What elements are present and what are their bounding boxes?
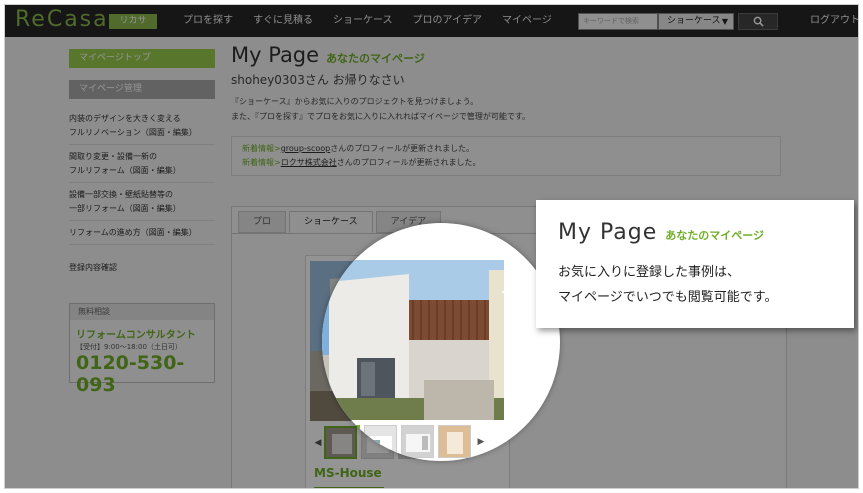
thumbnail[interactable]	[401, 425, 434, 458]
screenshot-frame: ReCasa リカサ プロを探す すぐに見積る ショーケース プロのアイデア マ…	[4, 4, 859, 489]
spotlight-circle: ◀ ▶ MS-House	[322, 223, 560, 461]
callout-title-row: My Page あなたのマイページ	[558, 220, 764, 245]
thumbnail[interactable]	[438, 425, 471, 458]
chevron-right-icon[interactable]: ▶	[475, 437, 487, 447]
house-image-highlight	[322, 260, 504, 420]
thumbnail-strip-highlight: ◀ ▶	[322, 425, 487, 458]
callout-line: お気に入りに登録した事例は、	[558, 265, 741, 280]
callout-subtitle: あなたのマイページ	[665, 229, 765, 242]
tooltip-callout: My Page あなたのマイページ お気に入りに登録した事例は、 マイページでい…	[536, 200, 854, 328]
callout-title: My Page	[558, 220, 658, 245]
callout-line: マイページでいつでも閲覧可能です。	[558, 290, 778, 305]
callout-pointer	[501, 278, 537, 306]
thumbnail[interactable]	[327, 425, 360, 458]
spotlight-content: ◀ ▶ MS-House	[322, 255, 510, 461]
thumbnail[interactable]	[364, 425, 397, 458]
callout-body: お気に入りに登録した事例は、 マイページでいつでも閲覧可能です。	[558, 260, 777, 310]
